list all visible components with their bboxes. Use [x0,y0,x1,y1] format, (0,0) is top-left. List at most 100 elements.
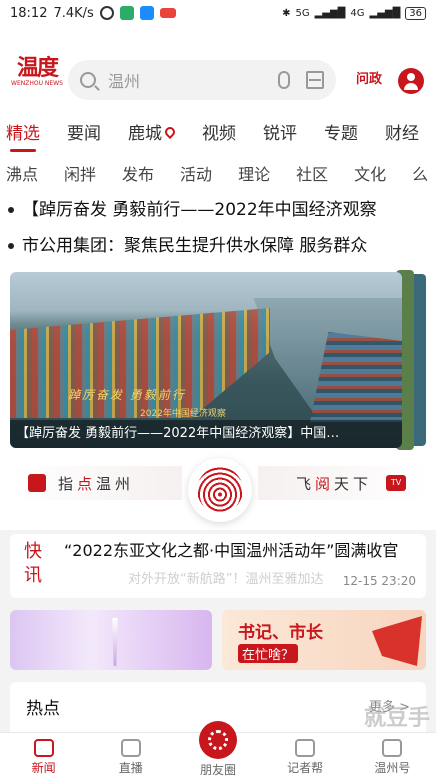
nav-friends-label: 朋友圈 [199,763,236,777]
banner2-title: 书记、市长 [238,623,323,643]
tab-lucheng-label: 鹿城 [128,123,162,144]
app-notify-icon [119,6,134,20]
tv-live-icon [120,739,141,757]
nav-news[interactable]: 新闻 [0,733,87,782]
nav-news-label: 新闻 [31,761,56,775]
culture-banner[interactable] [10,610,212,670]
tab-shipin[interactable]: 视频 [202,119,236,144]
app-header: 温度 WENZHOU NEWS 温州 问政 [0,26,436,108]
search-icon [80,72,96,88]
logo-sub: WENZHOU NEWS [11,80,63,87]
signal-bars-icon-2: ▂▄▆█ [369,7,401,19]
newspaper-icon [28,474,46,492]
flash-tag: 快讯 [24,541,42,586]
tab-lilun[interactable]: 理论 [238,161,270,185]
microphone-icon[interactable] [278,71,290,89]
tab-xianban[interactable]: 闲拌 [64,161,96,185]
wenzhouhao-icon [382,739,403,757]
search-placeholder[interactable]: 温州 [108,68,278,92]
tab-yaowen[interactable]: 要闻 [67,119,101,144]
tab-huodong[interactable]: 活动 [180,161,212,185]
fingerprint-bar: 指点温州 飞阅天下 TV [0,452,436,530]
hot-title: 热点 [26,699,60,719]
bluetooth-icon: ✱ [282,7,291,19]
logo-text: 温度 [16,55,59,81]
feiyue-tianxia-link[interactable]: 飞阅天下 TV [258,466,426,500]
zhidian-wenzhou-link[interactable]: 指点温州 [10,466,182,500]
watermark-text: 就豆手 [363,706,430,731]
fingerprint-button[interactable] [188,458,252,522]
wenzheng-button[interactable]: 问政 [352,66,386,94]
bullet-icon [8,207,14,213]
flash-time: 12-15 23:20 [342,574,416,588]
status-speed: 7.4K/s [53,5,94,21]
nav-live[interactable]: 直播 [87,733,174,782]
tab-feidian[interactable]: 沸点 [6,161,38,185]
headline-item[interactable]: 市公用集团：聚焦民生提升供水保障 服务群众 [8,228,436,264]
zhidian-char-2: 温州 [96,474,135,493]
banner2-sub: 在忙啥？ [238,644,299,663]
tab-zhuanti[interactable]: 专题 [324,119,358,144]
tab-jingxuan[interactable]: 精选 [6,119,40,152]
signal2-label: 4G [350,7,365,19]
zhidian-char-red: 点 [77,474,97,493]
feiyue-char-2: 天下 [333,474,372,493]
tab-caijing[interactable]: 财经 [385,119,419,144]
carousel-slide[interactable]: 踔厉奋发 勇毅前行 2022年中国经济观察 【踔厉奋发 勇毅前行——2022年中… [10,272,402,448]
slide-caption: 【踔厉奋发 勇毅前行——2022年中国经济观察】中国… [10,420,402,448]
signal-bars-icon: ▂▄▆█ [314,7,346,19]
reporter-icon [295,739,316,757]
search-bar[interactable]: 温州 [68,60,336,100]
tab-fabu[interactable]: 发布 [122,161,154,185]
bullet-icon [8,243,14,249]
bottom-nav: 新闻 直播 朋友圈 记者帮 温州号 [0,721,436,782]
friends-circle-icon [198,721,237,759]
tower-image [112,618,118,666]
nav-reporter[interactable]: 记者帮 [262,733,349,782]
alarm-icon [99,6,114,20]
tab-ruiping[interactable]: 锐评 [263,119,297,144]
feiyue-char-1: 飞 [295,474,315,493]
location-pin-icon [165,127,175,140]
flash-news-card[interactable]: 快讯 对外开放“新航路”！温州至雅加达 “2022东亚文化之都·中国温州活动年”… [10,534,426,598]
slide-stamp-title: 踔厉奋发 勇毅前行 [68,388,186,402]
headline-list: 【踔厉奋发 勇毅前行——2022年中国经济观察 市公用集团：聚焦民生提升供水保障… [0,192,436,266]
headline-item[interactable]: 【踔厉奋发 勇毅前行——2022年中国经济观察 [8,192,436,228]
battery-indicator: 36 [405,6,426,20]
secretary-mayor-banner[interactable]: 书记、市长 在忙啥？ [222,610,426,670]
app-logo: 温度 WENZHOU NEWS [10,56,64,87]
nav-friends[interactable]: 朋友圈 [174,721,261,782]
status-bar: 18:12 7.4K/s ✱ 5G ▂▄▆█ 4G ▂▄▆█ 36 [0,0,436,26]
scan-icon[interactable] [306,71,324,89]
promo-banners: 书记、市长 在忙啥？ [0,602,436,682]
secondary-tabs: 沸点 闲拌 发布 活动 理论 社区 文化 么 [0,154,436,192]
primary-tabs: 精选 要闻 鹿城 视频 锐评 专题 财经 [0,108,436,154]
zhidian-label: 指点温州 [58,473,134,494]
feiyue-char-red: 阅 [314,474,334,493]
flash-title: “2022东亚文化之都·中国温州活动年”圆满收官 [64,541,399,560]
fingerprint-icon [197,467,243,513]
signal1-label: 5G [295,7,310,19]
user-avatar-icon[interactable] [398,68,424,94]
nav-live-label: 直播 [118,761,143,775]
status-time: 18:12 [10,5,48,21]
slide-stamp-sub: 2022年中国经济观察 [140,409,226,419]
zhidian-char-1: 指 [58,474,78,493]
tab-wenhua[interactable]: 文化 [354,161,386,185]
tv-icon: TV [386,475,406,491]
feiyue-label: 飞阅天下 [296,473,372,494]
headline-text: 市公用集团：聚焦民生提升供水保障 服务群众 [22,236,368,256]
flag-image [372,616,422,666]
alipay-icon [139,6,154,20]
tab-lucheng[interactable]: 鹿城 [128,119,175,144]
nav-reporter-label: 记者帮 [287,761,324,775]
nav-wenzhouhao[interactable]: 温州号 [349,733,436,782]
tab-more-partial[interactable]: 么 [412,161,428,185]
notify-badge-icon [159,8,176,18]
nav-wenzhouhao-label: 温州号 [374,761,411,775]
tab-shequ[interactable]: 社区 [296,161,328,185]
news-carousel: 踔厉奋发 勇毅前行 2022年中国经济观察 【踔厉奋发 勇毅前行——2022年中… [0,266,436,452]
headline-text: 【踔厉奋发 勇毅前行——2022年中国经济观察 [22,200,377,220]
flash-next-preview: 对外开放“新航路”！温州至雅加达 [128,572,324,587]
home-icon [33,739,54,757]
